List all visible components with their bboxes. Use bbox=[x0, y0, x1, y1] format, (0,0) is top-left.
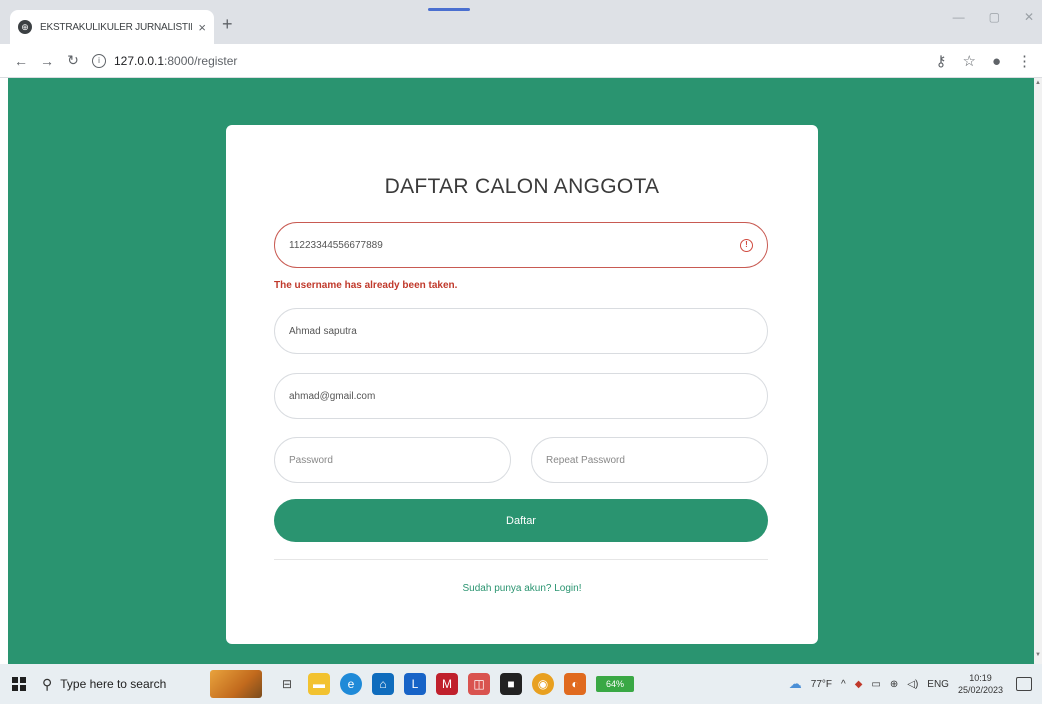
username-field[interactable]: ! bbox=[274, 222, 768, 268]
temperature[interactable]: 77°F bbox=[811, 679, 832, 690]
url-host: 127.0.0.1 bbox=[114, 53, 165, 68]
back-arrow-icon[interactable]: ← bbox=[8, 53, 34, 69]
page-background: DAFTAR CALON ANGGOTA ! The username has … bbox=[8, 78, 1034, 664]
menu-dots-icon[interactable]: ⋮ bbox=[1017, 52, 1032, 70]
clock[interactable]: 10:19 25/02/2023 bbox=[958, 672, 1003, 696]
chevron-up-icon[interactable]: ^ bbox=[841, 679, 846, 690]
app-square-icon[interactable]: ◫ bbox=[468, 673, 490, 695]
close-icon[interactable]: × bbox=[198, 20, 206, 35]
info-icon[interactable]: i bbox=[92, 53, 106, 68]
divider bbox=[274, 559, 768, 560]
network-icon[interactable]: ⊕ bbox=[890, 679, 898, 690]
file-explorer-icon[interactable]: ▬ bbox=[308, 673, 330, 695]
tab-accent bbox=[428, 8, 470, 11]
search-highlight-image[interactable] bbox=[210, 670, 262, 698]
address-bar[interactable]: i 127.0.0.1:8000/register bbox=[92, 48, 932, 74]
mcafee-icon[interactable]: M bbox=[436, 673, 458, 695]
reload-icon[interactable]: ↻ bbox=[60, 52, 86, 69]
taskbar-search[interactable]: ⚲ Type here to search bbox=[42, 676, 202, 693]
battery-tray-icon[interactable]: ▭ bbox=[871, 679, 880, 690]
forward-arrow-icon[interactable]: → bbox=[34, 53, 60, 69]
language-indicator[interactable]: ENG bbox=[927, 679, 949, 690]
browser-tab-bar: ⊕ EKSTRAKULIKULER JURNALISTIK × + — ▢ ✕ bbox=[0, 0, 1042, 44]
fullname-input[interactable] bbox=[289, 325, 753, 337]
browser-tab[interactable]: ⊕ EKSTRAKULIKULER JURNALISTIK × bbox=[10, 10, 214, 44]
scrollbar[interactable]: ▲ ▼ bbox=[1034, 78, 1042, 664]
repeat-password-field[interactable] bbox=[531, 437, 768, 483]
password-input[interactable] bbox=[289, 454, 496, 466]
windows-start-icon[interactable] bbox=[12, 677, 26, 691]
fullname-field[interactable] bbox=[274, 308, 768, 354]
search-placeholder: Type here to search bbox=[60, 677, 167, 691]
maximize-icon[interactable]: ▢ bbox=[989, 10, 1000, 24]
username-input[interactable] bbox=[289, 239, 740, 251]
app-orange-icon[interactable]: ◐ bbox=[564, 673, 586, 695]
store-icon[interactable]: ⌂ bbox=[372, 673, 394, 695]
register-card: DAFTAR CALON ANGGOTA ! The username has … bbox=[226, 125, 818, 644]
url-path: :8000/register bbox=[164, 53, 238, 68]
tab-title: EKSTRAKULIKULER JURNALISTIK bbox=[40, 21, 193, 33]
password-field[interactable] bbox=[274, 437, 511, 483]
weather-icon[interactable]: ☁ bbox=[789, 676, 802, 692]
url-text[interactable]: 127.0.0.1:8000/register bbox=[114, 54, 237, 68]
login-link[interactable]: Sudah punya akun? Login! bbox=[226, 583, 818, 594]
battery-indicator[interactable]: 64% bbox=[596, 676, 634, 692]
page-title: DAFTAR CALON ANGGOTA bbox=[384, 175, 660, 198]
close-window-icon[interactable]: ✕ bbox=[1024, 10, 1034, 24]
email-input[interactable] bbox=[289, 390, 753, 402]
taskbar-apps: ⊟ ▬ e ⌂ L M ◫ ■ ◉ ◐ 64% bbox=[276, 673, 634, 695]
register-button[interactable]: Daftar bbox=[274, 499, 768, 542]
minimize-icon[interactable]: — bbox=[953, 10, 965, 24]
antivirus-tray-icon[interactable]: ◆ bbox=[855, 679, 863, 690]
chrome-icon[interactable]: ◉ bbox=[532, 673, 554, 695]
clock-date: 25/02/2023 bbox=[957, 685, 1003, 695]
search-icon: ⚲ bbox=[42, 675, 53, 692]
browser-toolbar: ← → ↻ i 127.0.0.1:8000/register ⚷ ☆ ● ⋮ bbox=[0, 44, 1042, 78]
star-icon[interactable]: ☆ bbox=[962, 52, 975, 70]
taskbar: ⚲ Type here to search ⊟ ▬ e ⌂ L M ◫ ■ ◉ … bbox=[0, 664, 1042, 704]
email-field[interactable] bbox=[274, 373, 768, 419]
notification-icon[interactable] bbox=[1016, 677, 1032, 691]
scroll-down-icon[interactable]: ▼ bbox=[1035, 652, 1041, 658]
terminal-icon[interactable]: ■ bbox=[500, 673, 522, 695]
system-tray: ☁ 77°F ^ ◆ ▭ ⊕ ◁) ENG 10:19 25/02/2023 bbox=[789, 664, 1032, 704]
window-controls: — ▢ ✕ bbox=[953, 10, 1034, 24]
edge-icon[interactable]: e bbox=[340, 673, 362, 695]
clock-time: 10:19 bbox=[969, 673, 992, 683]
volume-icon[interactable]: ◁) bbox=[907, 679, 918, 690]
username-error-message: The username has already been taken. bbox=[274, 280, 458, 291]
error-icon: ! bbox=[740, 238, 753, 252]
new-tab-button[interactable]: + bbox=[222, 14, 233, 34]
profile-icon[interactable]: ● bbox=[992, 53, 1001, 70]
scroll-up-icon[interactable]: ▲ bbox=[1035, 80, 1041, 86]
repeat-password-input[interactable] bbox=[546, 454, 753, 466]
app-l-icon[interactable]: L bbox=[404, 673, 426, 695]
globe-icon: ⊕ bbox=[18, 20, 32, 34]
key-icon[interactable]: ⚷ bbox=[935, 52, 946, 70]
toolbar-actions: ⚷ ☆ ● ⋮ bbox=[935, 44, 1032, 78]
task-view-icon[interactable]: ⊟ bbox=[276, 673, 298, 695]
